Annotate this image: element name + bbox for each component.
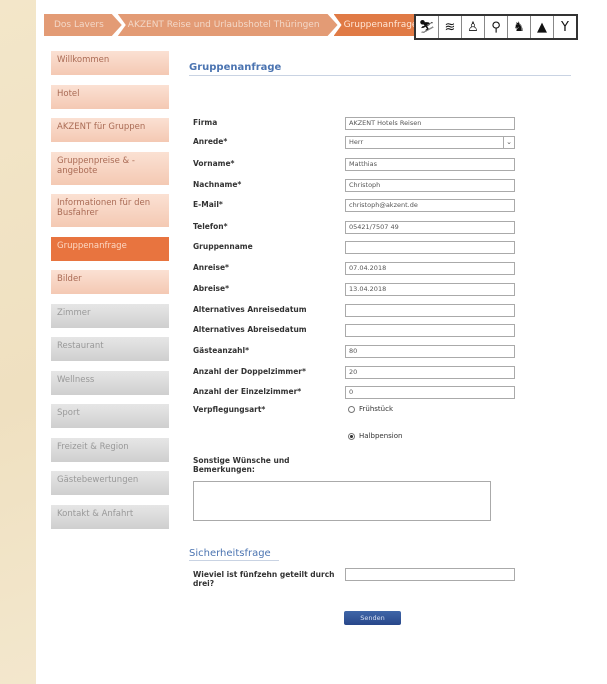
submit-button[interactable]: Senden (344, 611, 401, 625)
sidebar-item-13[interactable]: Kontakt & Anfahrt (51, 504, 169, 529)
field-value: 05421/7507 49 (349, 223, 399, 231)
sidebar-item-3[interactable]: Gruppenpreise & -angebote (51, 151, 169, 185)
sidebar-item-7[interactable]: Zimmer (51, 303, 169, 328)
field-input[interactable]: 07.04.2018 (345, 262, 515, 275)
chevron-down-icon[interactable]: ⌄ (503, 137, 514, 148)
field-label: Vorname* (193, 159, 235, 168)
security-title: Sicherheitsfrage (189, 548, 271, 559)
sidebar: Willkommen Hotel AKZENT für Gruppen Gruppen… (51, 51, 169, 538)
security-answer-input[interactable] (345, 568, 515, 581)
bike-icon: ⚲ (485, 16, 508, 38)
sidebar-item-10[interactable]: Sport (51, 404, 169, 428)
field-label: Firma (193, 118, 218, 127)
radio-circle[interactable] (348, 432, 355, 440)
sidebar-item-6[interactable]: Bilder (51, 270, 169, 294)
field-label: Anrede* (193, 137, 228, 146)
field-label: Anzahl der Einzelzimmer* (193, 387, 302, 396)
field-input[interactable]: 0 (345, 386, 515, 399)
field-input[interactable]: 13.04.2018 (345, 283, 515, 296)
field-input[interactable]: 05421/7507 49 (345, 221, 515, 234)
field-label: Alternatives Abreisedatum (193, 325, 307, 334)
radio-fruehstueck[interactable]: Frühstück (348, 405, 393, 413)
field-value: AKZENT Hotels Reisen (349, 119, 422, 127)
field-input[interactable]: Christoph (345, 179, 515, 192)
field-label: Telefon* (193, 222, 228, 231)
field-input[interactable]: 20 (345, 366, 515, 379)
drop-icon: ▲ (531, 16, 554, 38)
field-value: Christoph (349, 181, 381, 189)
breadcrumb-item[interactable]: AKZENT Reise und Urlaubshotel Thüringen (118, 14, 338, 36)
field-value: 13.04.2018 (349, 285, 387, 293)
field-label: Abreise* (193, 284, 230, 293)
sidebar-item-5[interactable]: Gruppenanfrage (51, 236, 169, 261)
cocktail-icon: Y (561, 19, 569, 35)
field-input[interactable]: 80 (345, 345, 515, 358)
sidebar-item-2[interactable]: AKZENT für Gruppen (51, 118, 169, 142)
field-value: 80 (349, 347, 358, 355)
verpflegung-label: Verpflegungsart* (193, 405, 266, 414)
ski-icon: ⛷ (416, 16, 439, 38)
hiker-icon: ♙ (462, 16, 485, 38)
wifi-icon: ≋ (439, 16, 462, 38)
sidebar-item-0[interactable]: Willkommen (51, 51, 169, 75)
field-value: Matthias (349, 160, 377, 168)
field-input[interactable] (345, 241, 515, 254)
field-value: 20 (349, 368, 358, 376)
radio-circle[interactable] (348, 405, 355, 413)
field-value: 07.04.2018 (349, 264, 387, 272)
title-divider (189, 75, 571, 76)
field-input[interactable] (345, 304, 515, 317)
field-value: Herr (349, 138, 364, 146)
field-label: Anreise* (193, 263, 229, 272)
field-label: Anzahl der Doppelzimmer* (193, 367, 306, 376)
sidebar-item-9[interactable]: Wellness (51, 370, 169, 395)
dog-icon: ♞ (508, 16, 531, 38)
field-input[interactable]: AKZENT Hotels Reisen (345, 117, 515, 130)
field-label: Gruppenname (193, 242, 253, 251)
field-input[interactable]: Matthias (345, 158, 515, 171)
sidebar-item-4[interactable]: Informationen für den Busfahrer (51, 194, 169, 227)
field-label: E-Mail* (193, 200, 223, 209)
sidebar-item-12[interactable]: Gästebewertungen (51, 471, 169, 495)
security-question: Wieviel ist fünfzehn geteilt durch drei? (193, 570, 335, 588)
field-label: Alternatives Anreisedatum (193, 305, 307, 314)
radio-halbpension[interactable]: Halbpension (348, 432, 402, 440)
wishes-label: Sonstige Wünsche und Bemerkungen: (193, 456, 290, 474)
field-label: Gästeanzahl* (193, 346, 250, 355)
breadcrumb: Dos Lavers AKZENT Reise und Urlaubshotel … (44, 14, 431, 36)
sidebar-item-1[interactable]: Hotel (51, 84, 169, 109)
field-label: Nachname* (193, 180, 242, 189)
form-title: Gruppenanfrage (189, 62, 282, 73)
field-input[interactable] (345, 324, 515, 337)
amenity-icons: ⛷ ≋ ♙ ⚲ ♞ ▲ Y (414, 14, 578, 40)
security-divider (189, 560, 279, 561)
breadcrumb-item[interactable]: Dos Lavers (44, 14, 122, 36)
radio-label: Halbpension (359, 432, 403, 440)
field-value: 0 (349, 388, 354, 396)
wishes-textarea[interactable] (193, 481, 491, 521)
sidebar-item-8[interactable]: Restaurant (51, 337, 169, 361)
field-input[interactable]: christoph@akzent.de (345, 199, 515, 212)
field-value: christoph@akzent.de (349, 201, 418, 209)
sidebar-item-11[interactable]: Freizeit & Region (51, 437, 169, 462)
anrede-select[interactable]: Herr ⌄ (345, 136, 515, 149)
radio-label: Frühstück (359, 405, 393, 413)
